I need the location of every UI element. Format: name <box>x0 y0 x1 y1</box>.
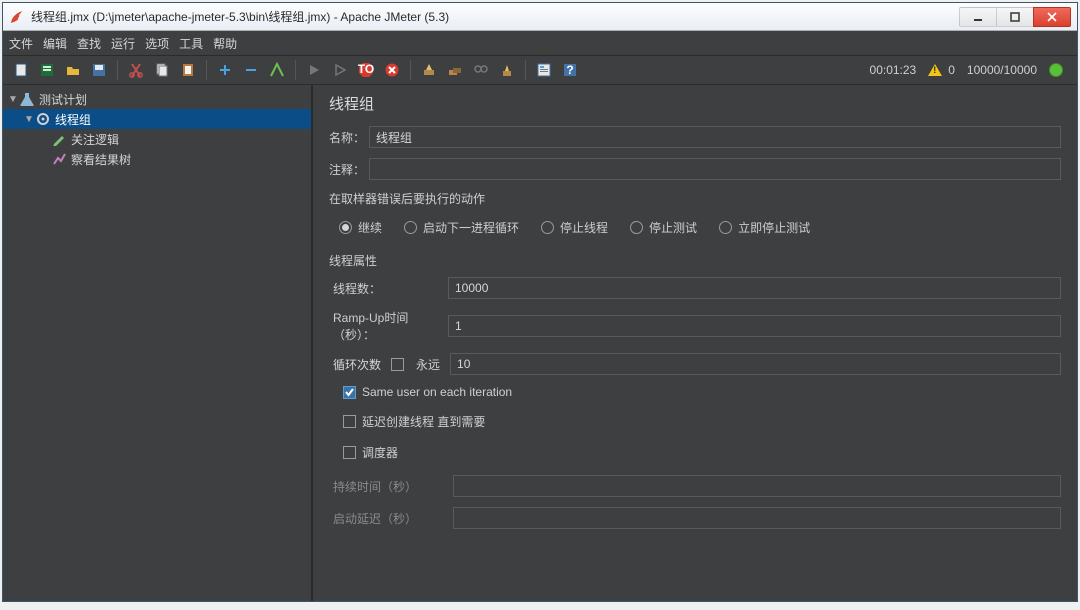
search-icon[interactable] <box>469 58 493 82</box>
window-title: 线程组.jmx (D:\jmeter\apache-jmeter-5.3\bin… <box>31 8 960 25</box>
clear-icon[interactable] <box>417 58 441 82</box>
panel-title: 线程组 <box>329 93 1061 114</box>
paste-icon[interactable] <box>176 58 200 82</box>
thread-count: 10000/10000 <box>967 63 1037 77</box>
maximize-button[interactable] <box>996 7 1034 27</box>
toolbar-separator <box>410 60 411 80</box>
start-no-timers-icon[interactable] <box>328 58 352 82</box>
expand-icon[interactable] <box>213 58 237 82</box>
minimize-button[interactable] <box>959 7 997 27</box>
toolbar: STOP ? 00:01:23 0 10000/10000 <box>3 55 1077 85</box>
start-icon[interactable] <box>302 58 326 82</box>
tree-node-child[interactable]: 察看结果树 <box>3 149 311 169</box>
copy-icon[interactable] <box>150 58 174 82</box>
rampup-input[interactable] <box>448 315 1061 337</box>
loop-forever-checkbox[interactable]: 永远 <box>391 356 440 373</box>
name-input[interactable] <box>369 126 1061 148</box>
startup-delay-input <box>453 507 1061 529</box>
startup-delay-label: 启动延迟（秒） <box>333 510 453 527</box>
toolbar-status: 00:01:23 0 10000/10000 <box>870 63 1071 77</box>
app-icon <box>9 9 25 25</box>
threads-input[interactable] <box>448 277 1061 299</box>
clear-all-icon[interactable] <box>443 58 467 82</box>
toolbar-separator <box>295 60 296 80</box>
cut-icon[interactable] <box>124 58 148 82</box>
flask-icon <box>19 91 35 107</box>
menu-search[interactable]: 查找 <box>77 35 101 52</box>
loop-label: 循环次数 <box>333 356 391 373</box>
templates-icon[interactable] <box>35 58 59 82</box>
warn-count: 0 <box>948 63 955 77</box>
delay-create-checkbox[interactable]: 延迟创建线程 直到需要 <box>333 413 1061 430</box>
function-helper-icon[interactable] <box>532 58 556 82</box>
error-action-group: 继续 启动下一进程循环 停止线程 停止测试 立即停止测试 <box>329 215 1061 246</box>
menu-options[interactable]: 选项 <box>145 35 169 52</box>
open-icon[interactable] <box>61 58 85 82</box>
tree-node-child[interactable]: 关注逻辑 <box>3 129 311 149</box>
name-label: 名称： <box>329 129 369 146</box>
status-indicator-icon <box>1049 63 1063 77</box>
elapsed-time: 00:01:23 <box>870 63 917 77</box>
shutdown-icon[interactable] <box>380 58 404 82</box>
menu-file[interactable]: 文件 <box>9 35 33 52</box>
scheduler-checkbox[interactable]: 调度器 <box>333 444 1061 461</box>
app-window: 线程组.jmx (D:\jmeter\apache-jmeter-5.3\bin… <box>2 2 1078 602</box>
menu-run[interactable]: 运行 <box>111 35 135 52</box>
threads-label: 线程数： <box>333 280 448 297</box>
svg-text:STOP: STOP <box>358 62 374 76</box>
pencil-icon <box>51 131 67 147</box>
loop-input[interactable] <box>450 353 1061 375</box>
new-icon[interactable] <box>9 58 33 82</box>
save-icon[interactable] <box>87 58 111 82</box>
thread-props-label: 线程属性 <box>329 252 1061 269</box>
toolbar-separator <box>525 60 526 80</box>
menubar: 文件 编辑 查找 运行 选项 工具 帮助 <box>3 31 1077 55</box>
stop-icon[interactable]: STOP <box>354 58 378 82</box>
duration-input <box>453 475 1061 497</box>
menu-edit[interactable]: 编辑 <box>43 35 67 52</box>
comment-label: 注释： <box>329 161 369 178</box>
radio-stop-now[interactable]: 立即停止测试 <box>719 219 810 236</box>
warning-icon[interactable] <box>928 64 942 76</box>
duration-label: 持续时间（秒） <box>333 478 453 495</box>
collapse-icon[interactable] <box>239 58 263 82</box>
tree-node-test-plan[interactable]: ▼ 测试计划 <box>3 89 311 109</box>
help-icon[interactable]: ? <box>558 58 582 82</box>
gear-icon <box>35 111 51 127</box>
close-button[interactable] <box>1033 7 1071 27</box>
menu-help[interactable]: 帮助 <box>213 35 237 52</box>
toolbar-separator <box>206 60 207 80</box>
radio-stop-thread[interactable]: 停止线程 <box>541 219 608 236</box>
same-user-checkbox[interactable]: Same user on each iteration <box>333 385 1061 399</box>
radio-stop-test[interactable]: 停止测试 <box>630 219 697 236</box>
toggle-icon[interactable] <box>265 58 289 82</box>
error-action-label: 在取样器错误后要执行的动作 <box>329 190 1061 207</box>
results-icon <box>51 151 67 167</box>
properties-panel: 线程组 名称： 注释： 在取样器错误后要执行的动作 继续 启动下一进程循环 停止… <box>313 85 1077 601</box>
rampup-label: Ramp-Up时间（秒）： <box>333 309 448 343</box>
titlebar: 线程组.jmx (D:\jmeter\apache-jmeter-5.3\bin… <box>3 3 1077 31</box>
menu-tools[interactable]: 工具 <box>179 35 203 52</box>
reset-search-icon[interactable] <box>495 58 519 82</box>
toolbar-separator <box>117 60 118 80</box>
tree-node-thread-group[interactable]: ▼ 线程组 <box>3 109 311 129</box>
svg-text:?: ? <box>566 63 573 77</box>
test-plan-tree[interactable]: ▼ 测试计划 ▼ 线程组 关注逻辑 察看结果树 <box>3 85 313 601</box>
radio-continue[interactable]: 继续 <box>339 219 382 236</box>
comment-input[interactable] <box>369 158 1061 180</box>
radio-start-next[interactable]: 启动下一进程循环 <box>404 219 519 236</box>
